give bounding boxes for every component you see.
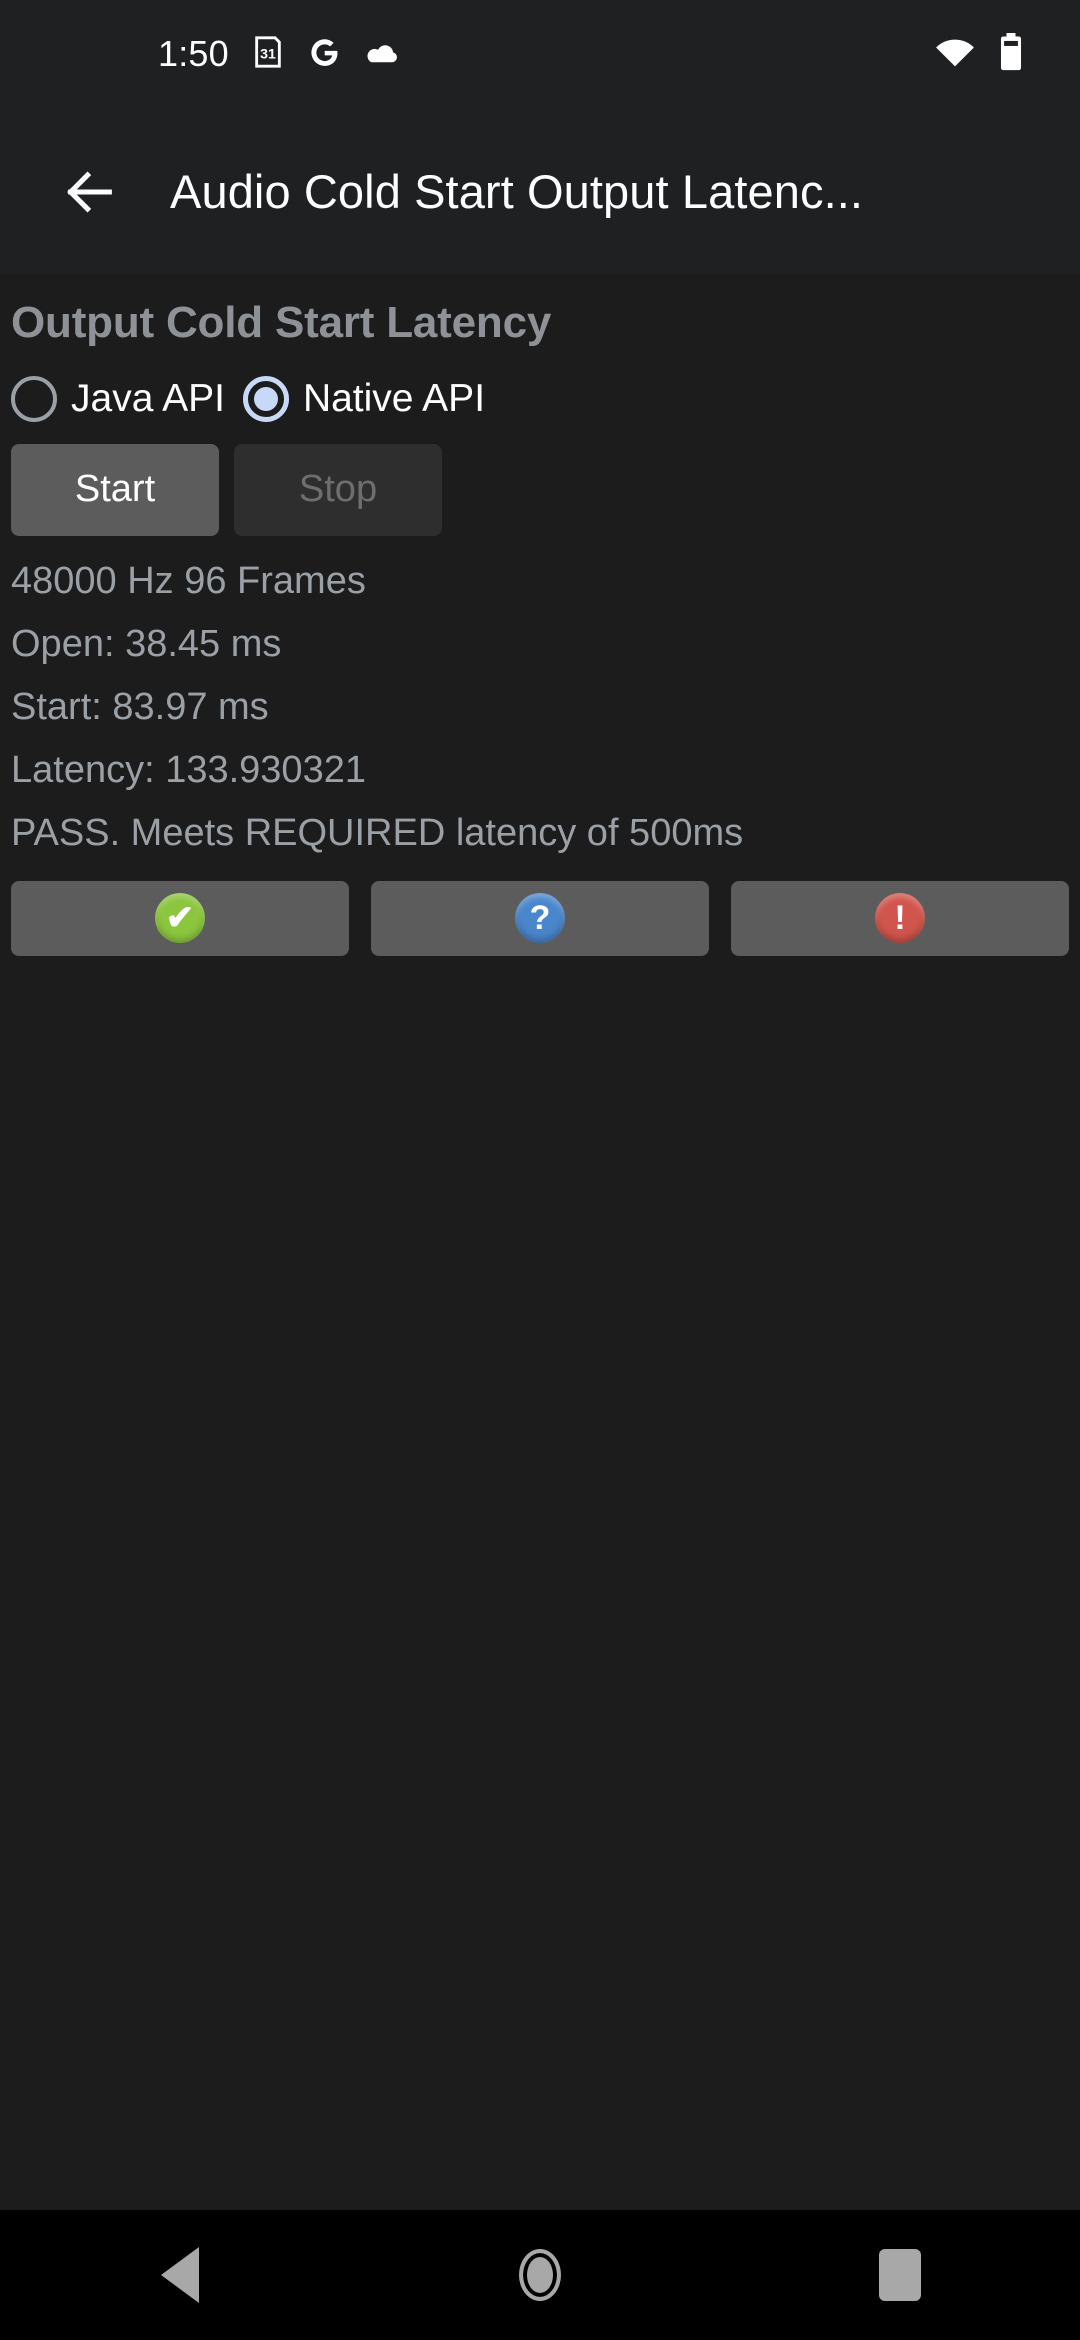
radio-label-java-api: Java API [71,377,225,421]
nav-back-icon [161,2247,199,2303]
google-g-icon [307,35,341,74]
app-bar: Audio Cold Start Output Latenc... [0,108,1080,275]
nav-back-button[interactable] [90,2210,270,2340]
pass-check-icon: ✔ [155,893,205,944]
page-title: Audio Cold Start Output Latenc... [170,165,864,218]
results-text-block: 48000 Hz 96 Frames Open: 38.45 ms Start:… [11,562,1080,877]
back-button[interactable] [42,144,138,240]
result-line-verdict: PASS. Meets REQUIRED latency of 500ms [11,811,744,854]
cloud-icon [363,36,401,73]
back-arrow-icon [67,170,112,213]
radio-selected-icon [242,375,289,422]
status-bar-right [934,32,1044,76]
transport-button-row: Start Stop [11,443,1080,536]
battery-icon [998,32,1024,76]
result-line-format: 48000 Hz 96 Frames [11,559,366,602]
radio-option-native-api[interactable]: Native API [242,375,486,422]
pass-button[interactable]: ✔ [11,880,349,956]
stop-button: Stop [234,443,442,536]
fail-exclamation-icon: ! [875,893,925,944]
svg-text:31: 31 [260,46,276,62]
radio-option-java-api[interactable]: Java API [11,375,225,422]
nav-home-button[interactable] [450,2210,630,2340]
start-button[interactable]: Start [11,443,219,536]
status-bar-clock: 1:50 [158,33,229,74]
nav-recents-button[interactable] [810,2210,990,2340]
verdict-button-row: ✔ ? ! [11,880,1080,956]
result-line-latency: Latency: 133.930321 [11,748,366,791]
result-line-start: Start: 83.97 ms [11,685,269,728]
calendar-31-icon: 31 [251,35,285,74]
nav-recents-icon [879,2249,921,2301]
status-bar-left: 1:50 31 [0,35,401,74]
main-content: Output Cold Start Latency Java API Nativ… [0,275,1080,2210]
result-line-open: Open: 38.45 ms [11,622,282,665]
system-navigation-bar [0,2210,1080,2340]
radio-dot [253,386,278,411]
nav-home-icon [519,2249,561,2301]
radio-label-native-api: Native API [302,377,486,421]
info-button[interactable]: ? [371,880,709,956]
api-radio-group: Java API Native API [11,375,1080,422]
status-bar: 1:50 31 [0,0,1080,108]
fail-button[interactable]: ! [731,880,1069,956]
radio-unselected-icon [11,375,57,422]
info-question-icon: ? [515,893,565,944]
section-heading: Output Cold Start Latency [11,298,552,347]
wifi-icon [934,35,976,74]
phone-screen: 1:50 31 Audio Cold Start Output Latenc..… [0,0,1080,2340]
